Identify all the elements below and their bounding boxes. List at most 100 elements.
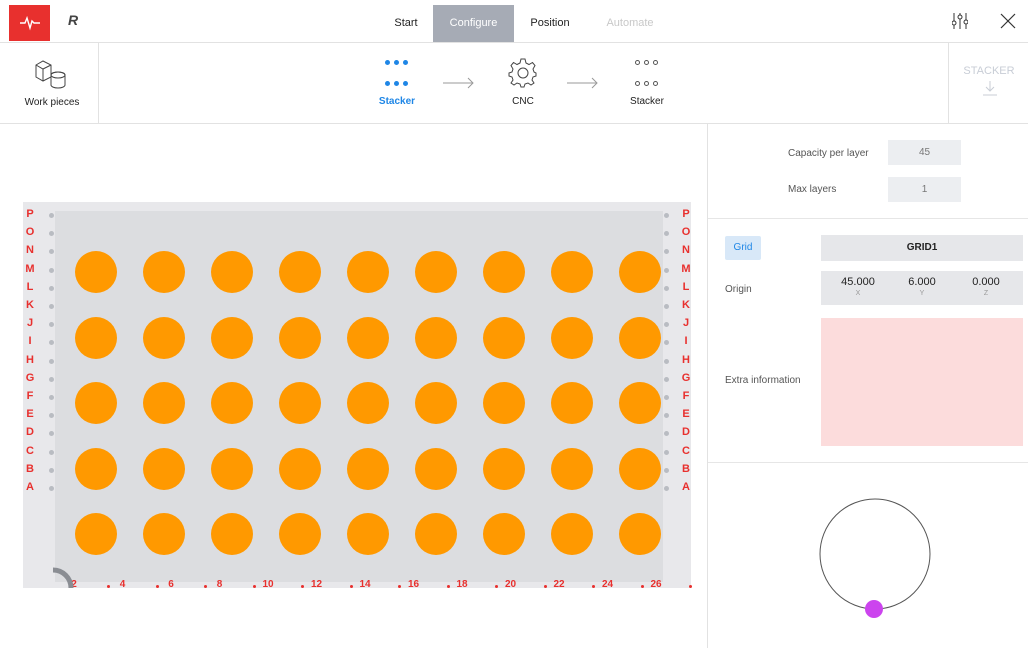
work-piece[interactable] (279, 316, 321, 359)
row-label: P (682, 208, 690, 220)
work-piece[interactable] (347, 316, 389, 359)
divider (708, 218, 1028, 219)
work-piece[interactable] (211, 447, 253, 490)
row-label: C (26, 444, 34, 457)
orientation-dial[interactable] (817, 498, 933, 624)
stacker-button[interactable]: STACKER (948, 43, 1028, 123)
work-piece[interactable] (619, 513, 661, 555)
tab-start[interactable]: Start (380, 5, 432, 42)
row-label: I (28, 335, 32, 348)
work-piece[interactable] (415, 382, 457, 424)
flow-step-stacker-output[interactable]: Stacker (617, 43, 677, 123)
column-tick (204, 585, 207, 588)
work-piece[interactable] (551, 513, 593, 555)
origin-y-value: 6.000 (908, 276, 936, 288)
column-tick (398, 585, 401, 588)
column-tick (640, 585, 644, 588)
row-label: G (681, 371, 691, 384)
row-label: N (682, 244, 690, 257)
tab-position[interactable]: Position (522, 5, 578, 42)
work-piece[interactable] (75, 251, 117, 293)
row-marker (49, 304, 54, 309)
row-label: L (682, 280, 690, 293)
capacity-input[interactable]: 45 (888, 140, 961, 165)
column-label: 10 (262, 579, 274, 590)
column-tick (689, 585, 692, 588)
work-piece[interactable] (75, 382, 117, 424)
column-label: 12 (310, 579, 323, 590)
work-piece[interactable] (347, 382, 389, 424)
flow-step-label: Stacker (378, 96, 416, 107)
work-piece[interactable] (551, 316, 593, 359)
work-piece[interactable] (143, 382, 185, 424)
work-piece[interactable] (211, 251, 253, 293)
work-piece[interactable] (483, 316, 525, 359)
close-icon[interactable] (1000, 13, 1016, 29)
row-label: M (25, 262, 35, 275)
work-piece[interactable] (75, 316, 117, 359)
origin-x-field[interactable]: 45.000 X (833, 276, 883, 297)
work-piece[interactable] (483, 513, 525, 555)
work-piece[interactable] (211, 316, 253, 359)
work-piece[interactable] (143, 447, 185, 490)
work-piece[interactable] (483, 382, 525, 424)
work-piece[interactable] (75, 513, 117, 555)
grid-name-field[interactable]: GRID1 (821, 235, 1023, 261)
tab-automate[interactable]: Automate (592, 5, 668, 42)
row-marker (664, 467, 669, 473)
row-label: C (682, 444, 690, 457)
work-piece[interactable] (347, 513, 389, 555)
column-tick (495, 585, 498, 588)
flow-step-stacker-input[interactable]: Stacker (367, 43, 427, 123)
max-layers-input[interactable]: 1 (888, 177, 961, 202)
column-label: 6 (168, 579, 174, 590)
work-piece[interactable] (347, 447, 389, 490)
toolbar: Work pieces Stacker CNC Stacker STACKER (0, 43, 1028, 124)
work-piece[interactable] (279, 513, 321, 555)
work-piece[interactable] (211, 382, 253, 424)
extra-information-textarea[interactable] (821, 318, 1023, 446)
tab-configure[interactable]: Configure (433, 5, 514, 42)
work-piece[interactable] (279, 382, 321, 424)
grid-button[interactable]: Grid (725, 236, 761, 260)
row-marker (664, 213, 669, 218)
home-button[interactable] (9, 5, 50, 41)
row-label: N (26, 244, 34, 257)
work-piece[interactable] (619, 382, 661, 424)
work-piece[interactable] (143, 251, 185, 293)
work-piece[interactable] (143, 513, 185, 555)
sliders-icon[interactable] (952, 12, 968, 30)
work-piece[interactable] (347, 251, 389, 293)
row-label: F (682, 390, 690, 402)
workpieces-icon (35, 60, 66, 89)
work-piece[interactable] (415, 513, 457, 555)
work-piece[interactable] (415, 316, 457, 359)
row-label: G (25, 371, 35, 384)
origin-z-axis: Z (983, 290, 989, 297)
work-piece[interactable] (551, 251, 593, 293)
work-piece[interactable] (75, 447, 117, 490)
column-label: 4 (119, 579, 126, 590)
origin-z-field[interactable]: 0.000 Z (961, 276, 1011, 297)
work-pieces-button[interactable]: Work pieces (10, 43, 99, 123)
flow-step-label: Stacker (630, 96, 664, 107)
arrow-right-icon (567, 77, 598, 89)
work-piece[interactable] (415, 251, 457, 293)
work-piece[interactable] (551, 447, 593, 490)
work-piece[interactable] (551, 382, 593, 424)
work-piece[interactable] (415, 447, 457, 490)
work-piece[interactable] (483, 447, 525, 490)
work-piece[interactable] (279, 447, 321, 490)
orientation-handle[interactable] (865, 600, 883, 618)
origin-y-field[interactable]: 6.000 Y (897, 276, 947, 297)
work-piece[interactable] (619, 251, 661, 293)
row-marker (664, 358, 669, 364)
work-piece[interactable] (619, 447, 661, 490)
work-piece[interactable] (279, 251, 321, 293)
flow-step-cnc[interactable]: CNC (493, 43, 553, 123)
work-piece[interactable] (483, 251, 525, 293)
work-piece[interactable] (143, 316, 185, 359)
work-piece[interactable] (211, 513, 253, 555)
work-pieces-label: Work pieces (24, 97, 80, 108)
work-piece[interactable] (619, 316, 661, 359)
